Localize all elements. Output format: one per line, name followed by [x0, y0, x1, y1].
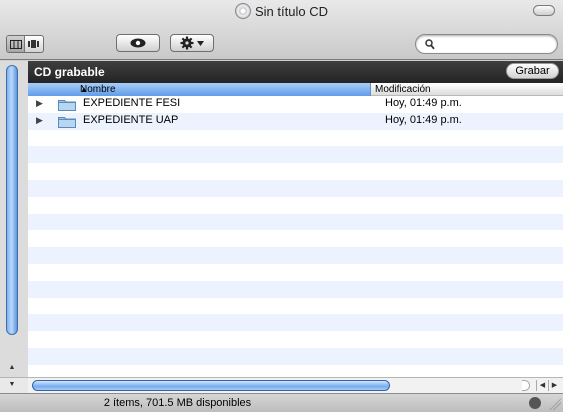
scroll-right-arrow-icon[interactable]: ▶ — [548, 380, 560, 391]
file-modified: Hoy, 01:49 p.m. — [385, 97, 462, 109]
burn-button[interactable]: Grabar — [506, 63, 559, 79]
search-icon — [425, 39, 435, 50]
empty-row — [28, 146, 563, 164]
window-title-text: Sin título CD — [255, 3, 328, 19]
column-header: Nombre ▲ Modificación — [28, 83, 563, 96]
status-text: 2 ítems, 701.5 MB disponibles — [103, 397, 252, 409]
empty-row — [28, 247, 563, 264]
modified-column-header[interactable]: Modificación — [371, 83, 563, 96]
file-name: EXPEDIENTE UAP — [83, 113, 179, 126]
empty-row — [28, 298, 563, 315]
folder-icon — [58, 100, 76, 111]
sidebar — [0, 61, 28, 377]
folder-icon — [58, 116, 76, 128]
resize-grip-icon[interactable] — [549, 398, 561, 410]
empty-row — [28, 130, 563, 147]
modified-column-label: Modificación — [375, 84, 431, 95]
pane-title: CD grabable — [34, 65, 105, 79]
toolbar-toggle-button[interactable] — [533, 5, 555, 16]
action-menu-button[interactable] — [170, 34, 214, 52]
disclosure-triangle-icon[interactable]: ▶ — [36, 98, 43, 109]
empty-row — [28, 264, 563, 281]
empty-row — [28, 230, 563, 247]
name-column-header[interactable]: Nombre ▲ — [28, 83, 371, 96]
window-title: Sin título CD — [0, 3, 563, 22]
empty-row — [28, 331, 563, 348]
coverflow-icon — [28, 40, 39, 48]
gear-icon — [180, 36, 194, 50]
content-pane: CD grabable Grabar Nombre ▲ Modificación… — [28, 61, 563, 377]
file-list: ▶ EXPEDIENTE FESI Hoy, 01:49 p.m. ▶ EXPE… — [28, 96, 563, 366]
horizontal-scrollbar-track-end — [522, 380, 530, 391]
vertical-scroll-arrows: ▲ ▼ — [0, 364, 28, 393]
file-modified: Hoy, 01:49 p.m. — [385, 113, 462, 126]
disclosure-triangle-icon[interactable]: ▶ — [36, 115, 43, 126]
empty-row — [28, 213, 563, 231]
cd-icon — [235, 3, 251, 19]
file-row[interactable]: ▶ EXPEDIENTE UAP Hoy, 01:49 p.m. — [28, 112, 563, 130]
empty-row — [28, 347, 563, 365]
scroll-down-arrow-icon[interactable]: ▼ — [6, 381, 18, 388]
quick-look-button[interactable] — [116, 34, 160, 52]
file-name: EXPEDIENTE FESI — [83, 97, 181, 109]
finder-window: Sin título CD CD grabable Grabar Nombre … — [0, 0, 563, 412]
empty-row — [28, 179, 563, 197]
pane-header: CD grabable Grabar — [28, 61, 563, 83]
eye-icon — [130, 38, 146, 48]
empty-row — [28, 163, 563, 180]
vertical-scrollbar-thumb[interactable] — [6, 65, 18, 335]
search-field[interactable] — [415, 34, 558, 54]
activity-icon — [529, 397, 541, 409]
file-row[interactable]: ▶ EXPEDIENTE FESI Hoy, 01:49 p.m. — [28, 96, 563, 113]
sort-ascending-icon: ▲ — [80, 85, 88, 94]
title-bar: Sin título CD — [0, 0, 563, 60]
icon-view-button[interactable] — [7, 36, 25, 52]
empty-row — [28, 280, 563, 298]
scroll-up-arrow-icon[interactable]: ▲ — [6, 364, 18, 371]
columns-icon — [9, 39, 22, 49]
horizontal-scrollbar-thumb[interactable] — [32, 380, 390, 391]
empty-row — [28, 197, 563, 214]
status-bar: 2 ítems, 701.5 MB disponibles — [0, 393, 563, 412]
empty-row — [28, 314, 563, 332]
view-mode-segmented-control — [6, 35, 44, 53]
coverflow-view-button[interactable] — [25, 36, 43, 52]
chevron-down-icon — [197, 40, 204, 46]
scroll-left-arrow-icon[interactable]: ◀ — [536, 380, 548, 391]
horizontal-scrollbar: ◀ ▶ — [28, 377, 563, 393]
